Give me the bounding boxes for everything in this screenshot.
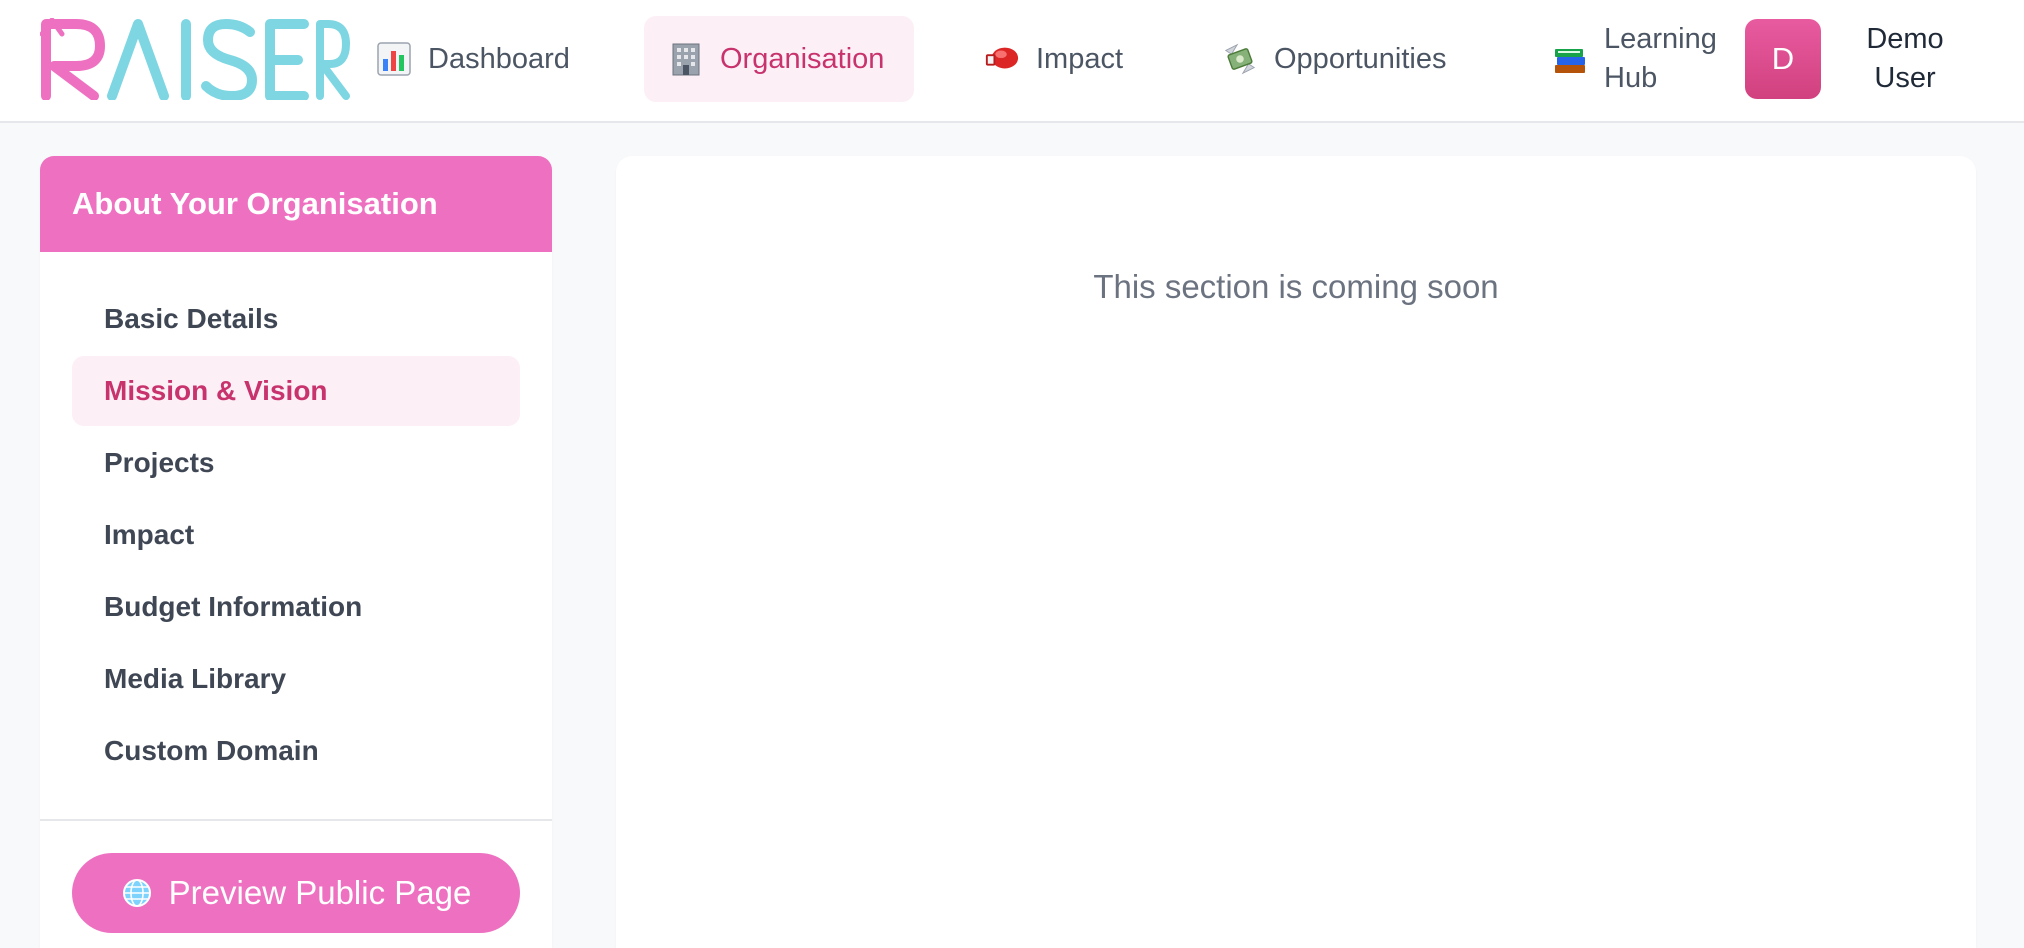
sidebar-item-projects[interactable]: Projects [72,428,520,498]
sidebar-item-custom-domain[interactable]: Custom Domain [72,716,520,786]
sidebar-header: About Your Organisation [40,156,552,252]
sidebar-title: About Your Organisation [72,186,438,221]
user-name[interactable]: Demo User [1850,20,1960,98]
sidebar-item-media-library[interactable]: Media Library [72,644,520,714]
sidebar-item-label: Custom Domain [104,735,319,766]
globe-icon [121,877,153,909]
sidebar-item-basic-details[interactable]: Basic Details [72,284,520,354]
coming-soon-message: This section is coming soon [1093,268,1499,305]
nav-dashboard-label: Dashboard [428,42,570,75]
sidebar-item-label: Impact [104,519,195,550]
sidebar-item-mission-vision[interactable]: Mission & Vision [72,356,520,426]
boxing-glove-icon [984,41,1020,77]
nav-opportunities[interactable]: Opportunities [1222,16,1462,102]
user-name-line1: Demo [1866,23,1944,55]
raiser-logo[interactable] [39,17,350,102]
sidebar-item-label: Budget Information [104,591,363,622]
nav-learning-line1: Learning [1604,23,1717,55]
nav-learning-line2: Hub [1604,62,1658,94]
nav-organisation[interactable]: Organisation [644,16,914,102]
bar-chart-icon [376,41,412,77]
nav-dashboard[interactable]: Dashboard [376,16,596,102]
nav-organisation-label: Organisation [720,42,885,75]
top-navigation-bar: Dashboard Organisation Impact Opportunit… [0,0,2024,123]
preview-public-page-button[interactable]: Preview Public Page [72,853,520,933]
money-wings-icon [1222,41,1258,77]
sidebar-item-label: Media Library [104,663,287,694]
nav-opportunities-label: Opportunities [1274,42,1447,75]
avatar-initial: D [1771,41,1795,76]
books-icon [1552,41,1588,77]
user-avatar[interactable]: D [1745,19,1821,99]
nav-learning-hub-label: Learning Hub [1604,20,1717,98]
office-building-icon [668,41,704,77]
main-content-panel: This section is coming soon [616,156,1976,948]
sidebar-item-budget-information[interactable]: Budget Information [72,572,520,642]
organisation-sidebar: About Your Organisation Basic Details Mi… [40,156,552,948]
preview-button-label: Preview Public Page [168,874,472,911]
sidebar-item-impact[interactable]: Impact [72,500,520,570]
sidebar-divider [40,819,552,821]
sidebar-menu: Basic Details Mission & Vision Projects … [72,284,520,788]
nav-learning-hub[interactable]: Learning Hub [1552,16,1732,102]
nav-impact-label: Impact [1036,42,1124,75]
sidebar-item-label: Projects [104,447,215,478]
sidebar-item-label: Mission & Vision [104,375,328,406]
nav-impact[interactable]: Impact [984,16,1144,102]
user-name-line2: User [1874,62,1936,94]
sidebar-item-label: Basic Details [104,303,279,334]
